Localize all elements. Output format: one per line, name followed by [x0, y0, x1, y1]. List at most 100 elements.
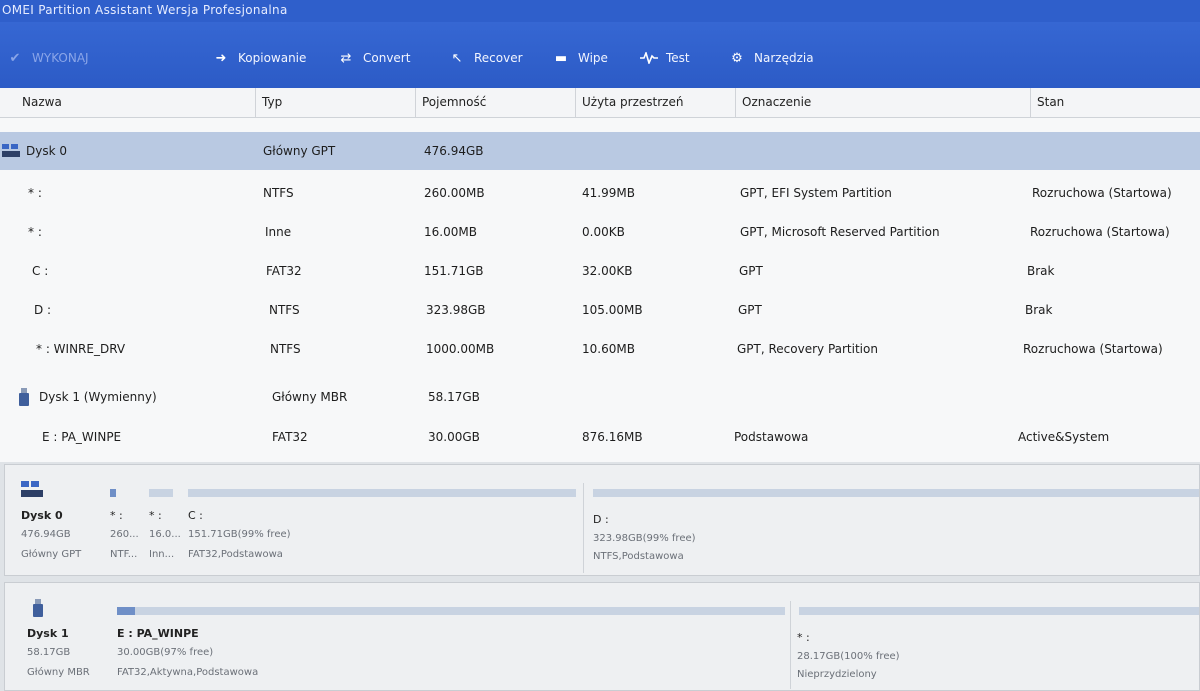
- row-type: Inne: [265, 225, 292, 239]
- row-capacity: 323.98GB: [426, 303, 486, 317]
- map-part-fs: Nieprzydzielony: [797, 669, 877, 680]
- row-used: 105.00MB: [582, 303, 643, 317]
- row-name: * :: [28, 225, 42, 239]
- partition-bar-efi: [110, 489, 116, 497]
- row-name: D :: [34, 303, 52, 317]
- map-part-size: 30.00GB(97% free): [117, 647, 214, 658]
- row-type: NTFS: [269, 303, 300, 317]
- map-part-name: C :: [188, 509, 203, 522]
- table-row[interactable]: C : FAT32 151.71GB 32.00KB GPT Brak: [0, 252, 1200, 290]
- col-label[interactable]: Oznaczenie: [735, 88, 1030, 118]
- row-used: 876.16MB: [582, 430, 643, 444]
- row-type: Główny GPT: [263, 144, 336, 158]
- partition-bar-msr: [149, 489, 173, 497]
- map-part-fs: NTF...: [110, 549, 138, 560]
- toolbar: ✔ WYKONAJ ➜ Kopiowanie ⇄ Convert ↖ Recov…: [0, 22, 1200, 88]
- partition-divider: [790, 601, 791, 689]
- table-row[interactable]: * : Inne 16.00MB 0.00KB GPT, Microsoft R…: [0, 213, 1200, 251]
- map-part-name: * :: [149, 509, 162, 522]
- row-label: GPT: [739, 264, 763, 278]
- wipe-button[interactable]: ▬ Wipe: [552, 48, 608, 68]
- disk-icon: [21, 481, 43, 497]
- partition-divider: [583, 483, 584, 573]
- table-row[interactable]: E : PA_WINPE FAT32 30.00GB 876.16MB Pods…: [0, 418, 1200, 456]
- map-part-size: 28.17GB(100% free): [797, 651, 900, 662]
- map-part-size: 16.0...: [149, 529, 181, 540]
- partition-bar-c: [188, 489, 576, 497]
- row-label: GPT, EFI System Partition: [740, 186, 892, 200]
- col-status[interactable]: Stan: [1030, 88, 1200, 118]
- row-capacity: 476.94GB: [424, 144, 484, 158]
- row-name: E : PA_WINPE: [42, 430, 122, 444]
- arrow-right-icon: ➜: [215, 50, 227, 66]
- row-type: NTFS: [263, 186, 294, 200]
- partition-list: Dysk 0 Główny GPT 476.94GB * : NTFS 260.…: [0, 118, 1200, 462]
- col-capacity[interactable]: Pojemność: [415, 88, 575, 118]
- tools-button[interactable]: ⚙ Narzędzia: [728, 48, 813, 68]
- map-disk-name: Dysk 1: [27, 627, 69, 640]
- col-type[interactable]: Typ: [255, 88, 415, 118]
- row-name: C :: [32, 264, 49, 278]
- test-button[interactable]: Test: [640, 48, 690, 68]
- row-used: 32.00KB: [582, 264, 633, 278]
- row-capacity: 260.00MB: [424, 186, 485, 200]
- row-status: Brak: [1025, 303, 1053, 317]
- disk-icon: [2, 144, 20, 157]
- map-part-fs: Inn...: [149, 549, 175, 560]
- column-header: Nazwa Typ Pojemność Użyta przestrzeń Ozn…: [0, 88, 1200, 118]
- table-row[interactable]: D : NTFS 323.98GB 105.00MB GPT Brak: [0, 291, 1200, 329]
- map-part-name: * :: [110, 509, 123, 522]
- title-bar: OMEI Partition Assistant Wersja Profesjo…: [0, 0, 1200, 22]
- row-capacity: 151.71GB: [424, 264, 484, 278]
- map-disk-size: 58.17GB: [27, 647, 71, 658]
- pulse-icon: [640, 51, 658, 65]
- table-row-disk0[interactable]: Dysk 0 Główny GPT 476.94GB: [0, 132, 1200, 170]
- copy-button[interactable]: ➜ Kopiowanie: [212, 48, 307, 68]
- col-used[interactable]: Użyta przestrzeń: [575, 88, 735, 118]
- partition-bar-e-free: [135, 607, 785, 615]
- map-part-size: 260...: [110, 529, 139, 540]
- row-type: Główny MBR: [272, 390, 348, 404]
- table-row[interactable]: * : NTFS 260.00MB 41.99MB GPT, EFI Syste…: [0, 174, 1200, 212]
- map-part-name: D :: [593, 513, 609, 526]
- map-part-size: 151.71GB(99% free): [188, 529, 291, 540]
- usb-drive-icon: [33, 599, 43, 617]
- apply-button[interactable]: ✔ WYKONAJ: [6, 48, 89, 68]
- map-part-name: E : PA_WINPE: [117, 627, 199, 640]
- row-status: Rozruchowa (Startowa): [1023, 342, 1163, 356]
- disk-map: Dysk 0 476.94GB Główny GPT * : 260... NT…: [0, 462, 1200, 691]
- row-label: Podstawowa: [734, 430, 809, 444]
- row-capacity: 1000.00MB: [426, 342, 495, 356]
- row-status: Rozruchowa (Startowa): [1030, 225, 1170, 239]
- map-part-fs: FAT32,Podstawowa: [188, 549, 283, 560]
- map-disk-scheme: Główny GPT: [21, 549, 82, 560]
- recover-icon: ↖: [451, 50, 463, 66]
- table-row[interactable]: * : WINRE_DRV NTFS 1000.00MB 10.60MB GPT…: [0, 330, 1200, 368]
- row-type: FAT32: [266, 264, 302, 278]
- row-capacity: 16.00MB: [424, 225, 477, 239]
- usb-drive-icon: [19, 388, 29, 406]
- col-name[interactable]: Nazwa: [0, 88, 255, 118]
- table-row-disk1[interactable]: Dysk 1 (Wymienny) Główny MBR 58.17GB: [0, 378, 1200, 416]
- row-label: GPT, Recovery Partition: [737, 342, 878, 356]
- map-part-fs: FAT32,Aktywna,Podstawowa: [117, 667, 259, 678]
- partition-bar-unallocated: [799, 607, 1199, 615]
- recover-button[interactable]: ↖ Recover: [448, 48, 523, 68]
- map-part-size: 323.98GB(99% free): [593, 533, 696, 544]
- wipe-icon: ▬: [554, 50, 568, 66]
- convert-button[interactable]: ⇄ Convert: [337, 48, 411, 68]
- map-disk-name: Dysk 0: [21, 509, 63, 522]
- row-used: 10.60MB: [582, 342, 635, 356]
- row-capacity: 30.00GB: [428, 430, 480, 444]
- row-name: Dysk 0: [26, 144, 67, 158]
- disk0-map-panel[interactable]: Dysk 0 476.94GB Główny GPT * : 260... NT…: [4, 464, 1200, 576]
- row-label: GPT, Microsoft Reserved Partition: [740, 225, 940, 239]
- tools-icon: ⚙: [731, 50, 743, 66]
- map-disk-size: 476.94GB: [21, 529, 71, 540]
- row-used: 41.99MB: [582, 186, 635, 200]
- app-title: OMEI Partition Assistant Wersja Profesjo…: [2, 3, 288, 17]
- row-capacity: 58.17GB: [428, 390, 480, 404]
- map-part-fs: NTFS,Podstawowa: [593, 551, 684, 562]
- row-name: * : WINRE_DRV: [36, 342, 126, 356]
- disk1-map-panel[interactable]: Dysk 1 58.17GB Główny MBR E : PA_WINPE 3…: [4, 582, 1200, 691]
